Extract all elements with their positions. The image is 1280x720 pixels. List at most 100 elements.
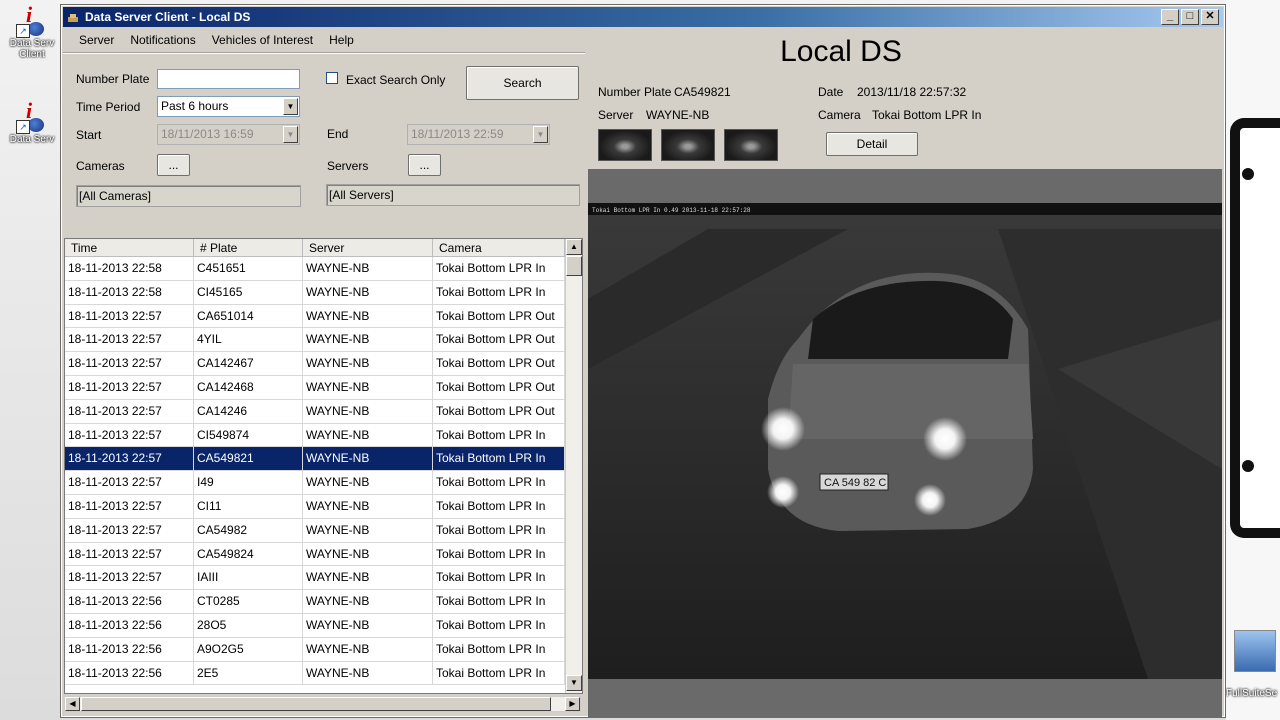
background-window-edge: FullSuiteSe — [1226, 0, 1280, 720]
number-plate-label: Number Plate — [76, 72, 150, 86]
cell-plate: CA14246 — [194, 399, 303, 423]
cell-plate: CI45165 — [194, 280, 303, 304]
detail-camera-label: Camera — [818, 108, 861, 122]
cell-plate: CA651014 — [194, 304, 303, 328]
cell-server: WAYNE-NB — [303, 661, 433, 685]
search-button[interactable]: Search — [466, 66, 579, 100]
end-datetime-picker: 18/11/2013 22:59 ▼ — [407, 124, 550, 145]
end-label: End — [327, 127, 349, 141]
cell-camera: Tokai Bottom LPR In — [433, 637, 565, 661]
cell-camera: Tokai Bottom LPR Out — [433, 328, 565, 352]
detail-server-value: WAYNE-NB — [646, 108, 710, 122]
table-row[interactable]: 18-11-2013 22:57 CA54982 WAYNE-NB Tokai Bot… — [65, 518, 565, 543]
table-row[interactable]: 18-11-2013 22:57 4YIL WAYNE-NB Tokai Bottom… — [65, 328, 565, 353]
cell-server: WAYNE-NB — [303, 423, 433, 447]
cell-time: 18-11-2013 22:57 — [65, 423, 194, 447]
table-row[interactable]: 18-11-2013 22:58 C451651 WAYNE-NB Tokai Bot… — [65, 257, 565, 281]
desktop-icon-label: Data Serv Client — [9, 38, 55, 60]
column-header-time[interactable]: Time — [65, 239, 194, 256]
scroll-right-icon[interactable]: ▶ — [565, 697, 580, 711]
table-row[interactable]: 18-11-2013 22:56 CT0285 WAYNE-NB Tokai Bott… — [65, 590, 565, 614]
scroll-thumb[interactable] — [81, 697, 551, 711]
cell-server: WAYNE-NB — [303, 304, 433, 328]
column-header-camera[interactable]: Camera — [433, 239, 565, 256]
table-row[interactable]: 18-11-2013 22:57 CI11 WAYNE-NB Tokai Bottom… — [65, 494, 565, 519]
cell-time: 18-11-2013 22:57 — [65, 518, 194, 542]
cell-server: WAYNE-NB — [303, 471, 433, 494]
table-row[interactable]: 18-11-2013 22:57 CA549824 WAYNE-NB Tokai Bo… — [65, 542, 565, 567]
menu-server[interactable]: Server — [71, 29, 122, 51]
servers-browse-button[interactable]: ... — [408, 154, 441, 176]
scroll-up-icon[interactable]: ▲ — [566, 239, 582, 255]
cell-camera: Tokai Bottom LPR In — [433, 590, 565, 613]
desktop-icon-label: Data Serv — [9, 134, 55, 145]
thumbnail-strip — [598, 129, 778, 161]
table-row[interactable]: 18-11-2013 22:56 2E5 WAYNE-NB Tokai Bottom … — [65, 661, 565, 686]
cell-camera: Tokai Bottom LPR In — [433, 447, 565, 471]
menu-help[interactable]: Help — [321, 29, 362, 51]
start-value: 18/11/2013 16:59 — [161, 127, 254, 141]
background-dot — [1242, 460, 1254, 472]
start-label: Start — [76, 128, 102, 142]
horizontal-scrollbar[interactable]: ◀ ▶ — [64, 696, 581, 712]
cell-camera: Tokai Bottom LPR In — [433, 423, 565, 447]
cameras-label: Cameras — [76, 159, 125, 173]
table-row[interactable]: 18-11-2013 22:56 A9O2G5 WAYNE-NB Tokai Bott… — [65, 637, 565, 662]
setup-icon-label: FullSuiteSe — [1226, 688, 1278, 699]
column-header-server[interactable]: Server — [303, 239, 433, 256]
scroll-thumb[interactable] — [566, 256, 582, 276]
cell-camera: Tokai Bottom LPR In — [433, 661, 565, 685]
table-row[interactable]: 18-11-2013 22:58 CI45165 WAYNE-NB Tokai Bot… — [65, 280, 565, 305]
cell-plate: 28O5 — [194, 613, 303, 637]
cell-server: WAYNE-NB — [303, 375, 433, 399]
cameras-browse-button[interactable]: ... — [157, 154, 190, 176]
table-row[interactable]: 18-11-2013 22:57 I49 WAYNE-NB Tokai Bottom … — [65, 471, 565, 495]
chevron-down-icon: ▼ — [533, 126, 548, 143]
setup-icon[interactable] — [1234, 630, 1276, 672]
data-server-icon: i ↗ — [16, 98, 48, 134]
cell-time: 18-11-2013 22:57 — [65, 328, 194, 352]
desktop-icon-data-server-client[interactable]: i ↗ Data Serv Client — [4, 2, 60, 60]
menu-notifications[interactable]: Notifications — [122, 29, 203, 51]
chevron-down-icon[interactable]: ▼ — [283, 98, 298, 115]
cell-server: WAYNE-NB — [303, 447, 433, 471]
detail-button[interactable]: Detail — [826, 132, 918, 156]
table-header: Time # Plate Server Camera — [65, 239, 565, 257]
time-period-select[interactable]: Past 6 hours ▼ — [157, 96, 300, 117]
cell-camera: Tokai Bottom LPR Out — [433, 399, 565, 423]
table-row[interactable]: 18-11-2013 22:56 28O5 WAYNE-NB Tokai Bottom… — [65, 613, 565, 638]
table-row[interactable]: 18-11-2013 22:57 CA651014 WAYNE-NB Tokai Bo… — [65, 304, 565, 329]
table-row[interactable]: 18-11-2013 22:57 CA14246 WAYNE-NB Tokai Bot… — [65, 399, 565, 424]
table-row[interactable]: 18-11-2013 22:57 CA142467 WAYNE-NB Tokai Bo… — [65, 352, 565, 376]
desktop-icon-data-server[interactable]: i ↗ Data Serv — [4, 98, 60, 145]
table-row[interactable]: 18-11-2013 22:57 IAIII WAYNE-NB Tokai Botto… — [65, 566, 565, 591]
thumbnail-image[interactable] — [724, 129, 778, 161]
cell-server: WAYNE-NB — [303, 257, 433, 280]
minimize-button[interactable]: _ — [1161, 9, 1179, 25]
cell-server: WAYNE-NB — [303, 352, 433, 375]
cell-plate: CA549821 — [194, 447, 303, 471]
camera-capture-image: Tokai Bottom LPR In 0.49 2013-11-18 22:5… — [588, 169, 1222, 717]
detail-heading: Local DS — [780, 35, 902, 68]
vertical-scrollbar[interactable]: ▲ ▼ — [565, 239, 582, 693]
scroll-down-icon[interactable]: ▼ — [566, 675, 582, 691]
scroll-left-icon[interactable]: ◀ — [65, 697, 80, 711]
thumbnail-image[interactable] — [598, 129, 652, 161]
exact-search-label: Exact Search Only — [346, 73, 446, 87]
column-header-plate[interactable]: # Plate — [194, 239, 303, 256]
main-window: Data Server Client - Local DS _ □ ✕ Serv… — [60, 4, 1226, 718]
maximize-button[interactable]: □ — [1181, 9, 1199, 25]
table-row[interactable]: 18-11-2013 22:57 CA549821 WAYNE-NB Tokai Bo… — [65, 447, 565, 472]
table-row[interactable]: 18-11-2013 22:57 CI549874 WAYNE-NB Tokai Bo… — [65, 423, 565, 448]
table-row[interactable]: 18-11-2013 22:57 CA142468 WAYNE-NB Tokai Bo… — [65, 375, 565, 400]
close-button[interactable]: ✕ — [1201, 9, 1219, 25]
exact-search-checkbox[interactable] — [326, 72, 338, 84]
camera-overlay-text: Tokai Bottom LPR In 0.49 2013-11-18 22:5… — [592, 207, 751, 214]
title-bar[interactable]: Data Server Client - Local DS _ □ ✕ — [63, 7, 1223, 27]
number-plate-input[interactable] — [157, 69, 300, 89]
thumbnail-image[interactable] — [661, 129, 715, 161]
window-title: Data Server Client - Local DS — [85, 10, 251, 24]
menu-vehicles-of-interest[interactable]: Vehicles of Interest — [204, 29, 321, 51]
cell-plate: IAIII — [194, 566, 303, 590]
cell-server: WAYNE-NB — [303, 518, 433, 542]
